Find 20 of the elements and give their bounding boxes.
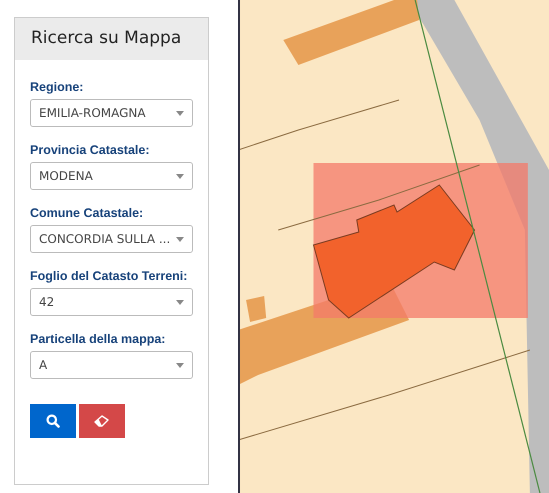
dropdown[interactable]: A <box>30 351 193 379</box>
caret-icon <box>176 362 184 368</box>
field-label: Comune Catastale: <box>30 206 144 220</box>
field-label: Particella della mappa: <box>30 332 166 346</box>
dropdown[interactable]: MODENA <box>30 162 193 190</box>
field-label: Regione: <box>30 80 84 94</box>
panel-title: Ricerca su Mappa <box>31 28 182 48</box>
search-icon <box>46 414 60 428</box>
field-label: Provincia Catastale: <box>30 143 150 157</box>
caret-icon <box>176 300 184 304</box>
clear-button[interactable] <box>79 404 125 438</box>
dropdown[interactable]: CONCORDIA SULLA ... <box>30 225 193 253</box>
dropdown[interactable]: 42 <box>30 288 193 316</box>
caret-icon <box>176 110 184 116</box>
search-button[interactable] <box>30 404 76 438</box>
caret-icon <box>176 174 184 178</box>
caret-icon <box>176 236 184 242</box>
dropdown[interactable]: EMILIA-ROMAGNA <box>30 99 193 127</box>
eraser-icon <box>94 415 110 427</box>
field-label: Foglio del Catasto Terreni: <box>30 269 188 283</box>
